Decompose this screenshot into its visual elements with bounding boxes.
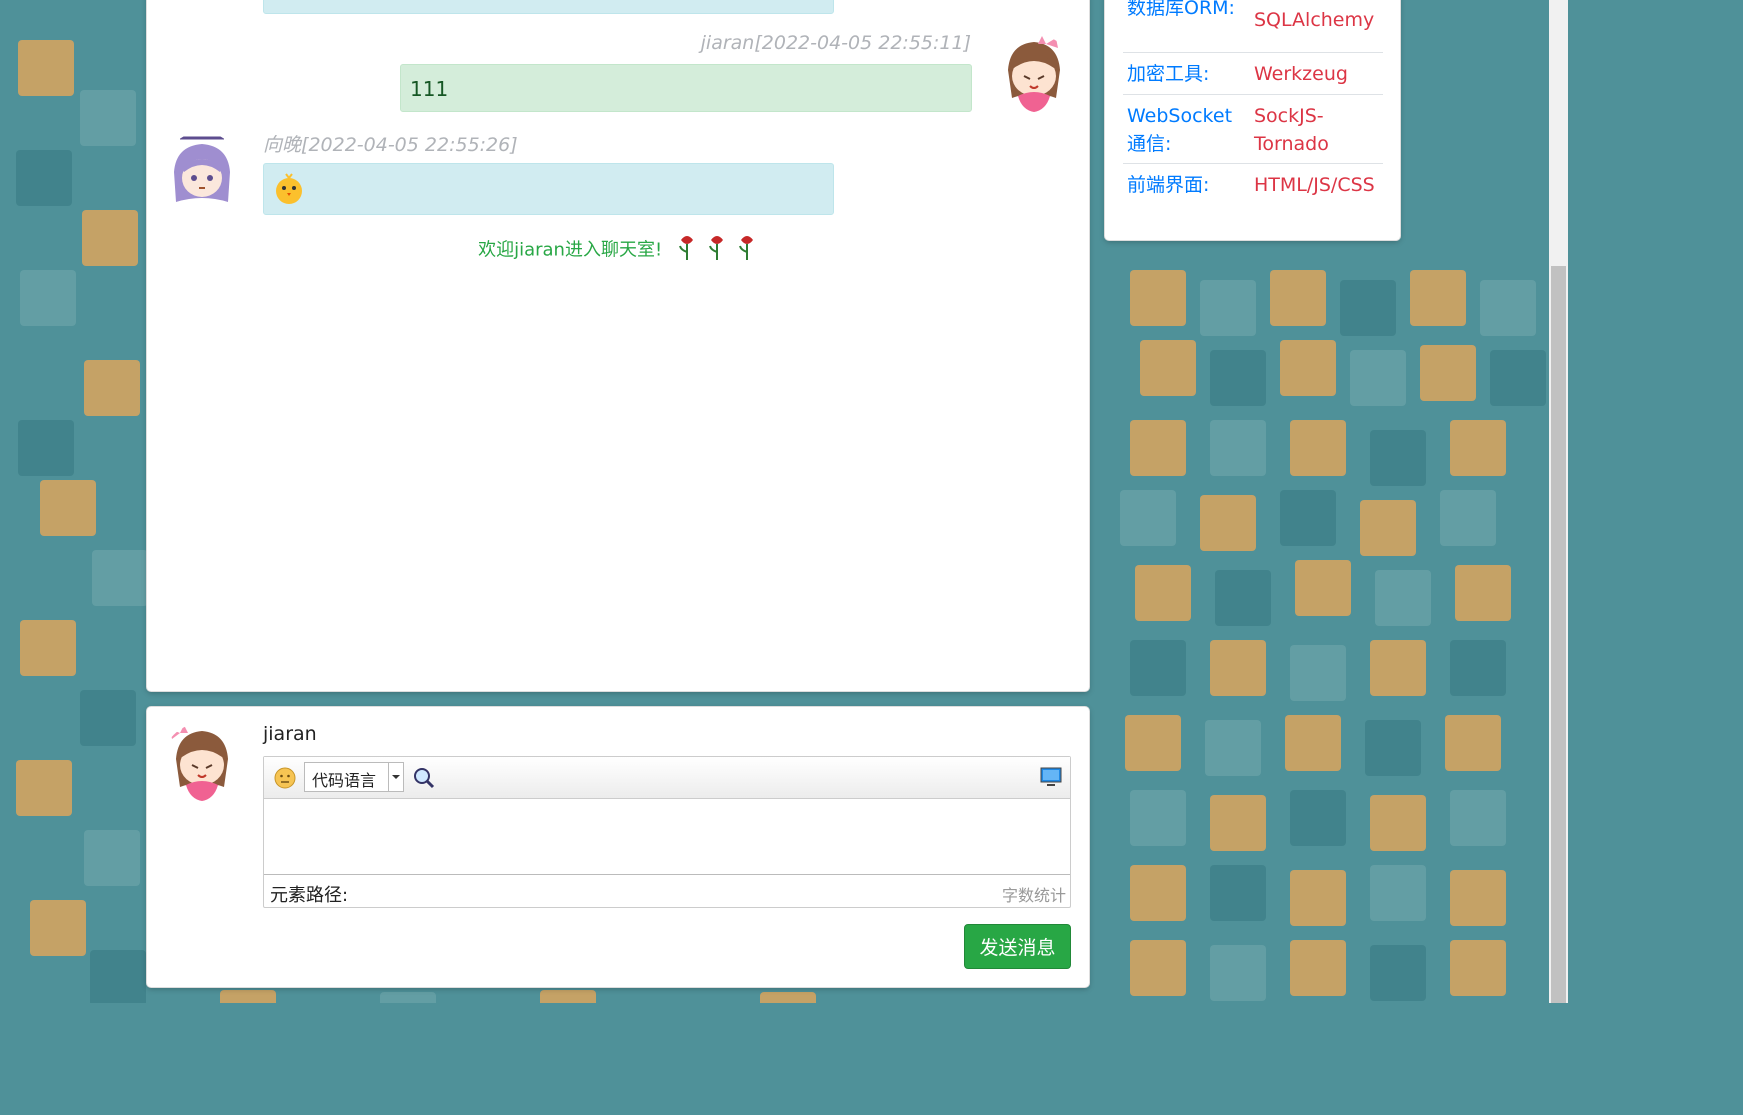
message-input-panel: jiaran 代码语言 元素路径: 字数统计 发送消息 bbox=[147, 707, 1089, 987]
rose-icon bbox=[706, 234, 728, 267]
message-time: 2022-04-05 22:55:26 bbox=[308, 134, 511, 156]
emoji-icon[interactable] bbox=[274, 767, 296, 793]
system-message: 欢迎jiaran进入聊天室! bbox=[147, 234, 1089, 267]
avatar-jiaran bbox=[994, 34, 1074, 114]
avatar-xiangwan bbox=[162, 132, 242, 212]
rich-text-editor: 代码语言 元素路径: 字数统计 bbox=[263, 756, 1071, 908]
editor-textarea[interactable] bbox=[264, 799, 1070, 874]
scrollbar-thumb[interactable] bbox=[1551, 266, 1566, 1003]
code-language-select[interactable]: 代码语言 bbox=[304, 762, 404, 792]
info-value: SQLAlchemy bbox=[1254, 9, 1375, 31]
chat-panel: jiaran[2022-04-05 22:55:11] 111 向晚[2022-… bbox=[147, 0, 1089, 691]
info-value: HTML/JS/CSS bbox=[1254, 174, 1375, 196]
element-path-label: 元素路径: bbox=[270, 885, 349, 906]
tech-info-panel: 数据库ORM: SQLAlchemy 加密工具: Werkzeug WebSoc… bbox=[1105, 0, 1400, 240]
emoji-chick-icon bbox=[276, 173, 302, 204]
message-text: 111 bbox=[410, 77, 449, 101]
previous-message-bubble bbox=[263, 0, 834, 14]
message-bubble: 111 bbox=[400, 64, 972, 112]
avatar-image bbox=[994, 34, 1074, 114]
message-bubble bbox=[263, 163, 834, 215]
info-key: 前端界面: bbox=[1127, 174, 1210, 196]
info-row-orm: 数据库ORM: SQLAlchemy bbox=[1123, 0, 1383, 53]
rose-icon bbox=[676, 234, 698, 267]
send-message-button[interactable]: 发送消息 bbox=[964, 924, 1071, 969]
message-meta: 向晚[2022-04-05 22:55:26] bbox=[263, 134, 518, 156]
editor-toolbar: 代码语言 bbox=[264, 757, 1070, 799]
info-row-encryption: 加密工具: Werkzeug bbox=[1123, 52, 1383, 95]
info-key: 加密工具: bbox=[1127, 63, 1210, 85]
page-scrollbar[interactable] bbox=[1549, 0, 1568, 1003]
info-value: SockJS-Tornado bbox=[1254, 105, 1329, 155]
message-username: jiaran bbox=[700, 32, 755, 54]
rose-icon bbox=[736, 234, 758, 267]
current-user-avatar bbox=[162, 723, 242, 803]
info-row-frontend: 前端界面: HTML/JS/CSS bbox=[1123, 163, 1383, 205]
search-icon[interactable] bbox=[412, 766, 436, 794]
chevron-down-icon bbox=[388, 763, 403, 791]
avatar-image bbox=[162, 723, 242, 803]
word-count-label: 字数统计 bbox=[1001, 886, 1066, 905]
info-key: 数据库ORM: bbox=[1127, 0, 1235, 19]
info-key: WebSocket通信: bbox=[1127, 105, 1233, 155]
editor-statusbar: 元素路径: 字数统计 bbox=[264, 874, 1070, 907]
message-meta: jiaran[2022-04-05 22:55:11] bbox=[700, 32, 971, 54]
avatar-image bbox=[162, 132, 242, 212]
message-time: 2022-04-05 22:55:11 bbox=[761, 32, 964, 54]
code-language-label: 代码语言 bbox=[312, 771, 377, 790]
monitor-icon[interactable] bbox=[1040, 767, 1062, 791]
current-username: jiaran bbox=[263, 723, 317, 745]
message-username: 向晚 bbox=[263, 134, 302, 156]
info-value: Werkzeug bbox=[1254, 63, 1348, 85]
system-message-text: 欢迎jiaran进入聊天室! bbox=[478, 239, 663, 261]
info-row-websocket: WebSocket通信: SockJS-Tornado bbox=[1123, 94, 1383, 164]
